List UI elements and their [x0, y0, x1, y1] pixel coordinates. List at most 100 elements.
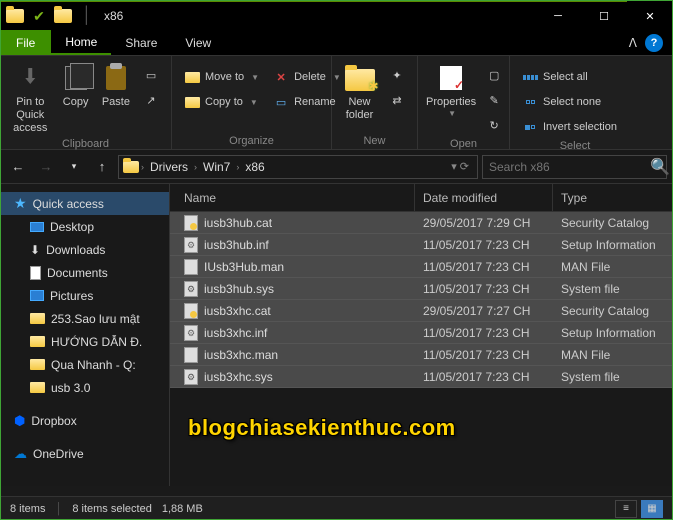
- edit-icon: ✎: [486, 92, 502, 108]
- file-name: iusb3hub.cat: [204, 216, 272, 230]
- up-button[interactable]: ↑: [90, 155, 114, 179]
- back-button[interactable]: ←: [6, 155, 30, 179]
- refresh-button[interactable]: ▾ ⟳: [451, 160, 473, 173]
- group-label-select: Select: [518, 138, 632, 152]
- invert-selection-button[interactable]: Invert selection: [518, 116, 621, 138]
- search-box[interactable]: 🔍: [482, 155, 667, 179]
- copy-button[interactable]: Copy: [59, 60, 93, 109]
- sidebar-item-label: usb 3.0: [51, 381, 90, 395]
- properties-icon: [440, 66, 462, 90]
- table-row[interactable]: iusb3xhc.man11/05/2017 7:23 CHMAN File: [170, 344, 673, 366]
- col-date[interactable]: Date modified: [415, 184, 553, 211]
- file-icon: [184, 259, 198, 275]
- copy-path-button[interactable]: ▭: [139, 64, 163, 86]
- sidebar-item[interactable]: Documents: [0, 261, 169, 284]
- col-name[interactable]: Name: [170, 184, 415, 211]
- sidebar-item[interactable]: 253.Sao lưu mật: [0, 307, 169, 330]
- sidebar-item[interactable]: HƯỚNG DẪN Đ.: [0, 330, 169, 353]
- sidebar-item[interactable]: usb 3.0: [0, 376, 169, 399]
- group-label-organize: Organize: [180, 133, 323, 147]
- open-button[interactable]: ▢: [482, 64, 506, 86]
- file-type: System file: [553, 282, 673, 296]
- address-bar[interactable]: › Drivers › Win7 › x86 ▾ ⟳: [118, 155, 478, 179]
- table-row[interactable]: iusb3hub.sys11/05/2017 7:23 CHSystem fil…: [170, 278, 673, 300]
- titlebar: ✔ │ x86 ─ ☐ ✕: [0, 0, 673, 30]
- breadcrumb[interactable]: Drivers: [146, 160, 192, 174]
- folder-icon[interactable]: [54, 9, 72, 23]
- sidebar-item-onedrive[interactable]: ☁ OneDrive: [0, 442, 169, 465]
- sidebar-item-label: Pictures: [50, 289, 93, 303]
- sidebar-item[interactable]: Desktop: [0, 215, 169, 238]
- file-type: Setup Information: [553, 326, 673, 340]
- copy-to-button[interactable]: Copy to▼: [180, 91, 263, 113]
- group-label-clipboard: Clipboard: [8, 136, 163, 150]
- table-row[interactable]: IUsb3Hub.man11/05/2017 7:23 CHMAN File: [170, 256, 673, 278]
- file-icon: [184, 215, 198, 231]
- breadcrumb[interactable]: x86: [241, 160, 268, 174]
- view-icons-button[interactable]: ▦: [641, 500, 663, 518]
- select-all-icon: [522, 69, 538, 85]
- ribbon: Pin to Quick access Copy Paste ▭ ↗ Clipb…: [0, 56, 673, 150]
- chevron-icon[interactable]: ›: [194, 162, 197, 172]
- pin-icon: [20, 68, 40, 88]
- edit-button[interactable]: ✎: [482, 89, 506, 111]
- group-label-open: Open: [426, 136, 501, 150]
- table-row[interactable]: iusb3xhc.cat29/05/2017 7:27 CHSecurity C…: [170, 300, 673, 322]
- tab-file[interactable]: File: [0, 30, 51, 55]
- pin-to-quick-access-button[interactable]: Pin to Quick access: [8, 60, 53, 136]
- new-item-button[interactable]: ✦: [385, 64, 409, 86]
- move-to-button[interactable]: Move to▼: [180, 66, 263, 88]
- file-date: 11/05/2017 7:23 CH: [415, 348, 553, 362]
- sidebar-item[interactable]: Pictures: [0, 284, 169, 307]
- select-all-button[interactable]: Select all: [518, 66, 621, 88]
- history-icon: ↻: [486, 117, 502, 133]
- table-row[interactable]: iusb3xhc.sys11/05/2017 7:23 CHSystem fil…: [170, 366, 673, 388]
- tab-view[interactable]: View: [171, 30, 225, 55]
- chevron-icon[interactable]: ›: [236, 162, 239, 172]
- paste-shortcut-button[interactable]: ↗: [139, 89, 163, 111]
- collapse-ribbon-icon[interactable]: ᐱ: [629, 36, 637, 50]
- view-details-button[interactable]: ≡: [615, 500, 637, 518]
- file-icon: [184, 325, 198, 341]
- sidebar-item-label: Qua Nhanh - Q:: [51, 358, 136, 372]
- breadcrumb[interactable]: Win7: [199, 160, 234, 174]
- easy-access-button[interactable]: ⇄: [385, 89, 409, 111]
- invert-icon: [522, 119, 538, 135]
- recent-button[interactable]: ▾: [62, 155, 86, 179]
- forward-button[interactable]: →: [34, 155, 58, 179]
- file-date: 29/05/2017 7:27 CH: [415, 304, 553, 318]
- table-row[interactable]: iusb3hub.cat29/05/2017 7:29 CHSecurity C…: [170, 212, 673, 234]
- file-type: System file: [553, 370, 673, 384]
- group-label-new: New: [340, 133, 409, 147]
- sidebar-item-quick-access[interactable]: ★ Quick access: [0, 192, 169, 215]
- new-folder-button[interactable]: New folder: [340, 60, 379, 122]
- tab-share[interactable]: Share: [111, 30, 171, 55]
- paste-button[interactable]: Paste: [99, 60, 133, 109]
- qat-checkbox-icon[interactable]: ✔: [30, 7, 48, 25]
- table-row[interactable]: iusb3xhc.inf11/05/2017 7:23 CHSetup Info…: [170, 322, 673, 344]
- file-date: 11/05/2017 7:23 CH: [415, 260, 553, 274]
- help-icon[interactable]: ?: [645, 34, 663, 52]
- sidebar-item[interactable]: Qua Nhanh - Q:: [0, 353, 169, 376]
- file-icon: [184, 281, 198, 297]
- history-button[interactable]: ↻: [482, 114, 506, 136]
- maximize-button[interactable]: ☐: [581, 1, 627, 31]
- search-icon[interactable]: 🔍: [650, 157, 670, 177]
- copyto-icon: [184, 94, 200, 110]
- select-none-button[interactable]: Select none: [518, 91, 621, 113]
- sidebar-item[interactable]: ⬇Downloads: [0, 238, 169, 261]
- minimize-button[interactable]: ─: [535, 1, 581, 31]
- sidebar-item-dropbox[interactable]: ⬢ Dropbox: [0, 409, 169, 432]
- properties-button[interactable]: Properties▼: [426, 60, 476, 119]
- file-name: iusb3xhc.inf: [204, 326, 267, 340]
- file-name: iusb3hub.sys: [204, 282, 274, 296]
- close-button[interactable]: ✕: [627, 1, 673, 31]
- tab-home[interactable]: Home: [51, 30, 111, 55]
- table-row[interactable]: iusb3hub.inf11/05/2017 7:23 CHSetup Info…: [170, 234, 673, 256]
- col-type[interactable]: Type: [553, 184, 673, 211]
- search-input[interactable]: [489, 160, 644, 174]
- column-headers: Name Date modified Type: [170, 184, 673, 212]
- new-folder-icon: [345, 69, 375, 91]
- chevron-icon[interactable]: ›: [141, 162, 144, 172]
- status-count: 8 items: [10, 503, 45, 515]
